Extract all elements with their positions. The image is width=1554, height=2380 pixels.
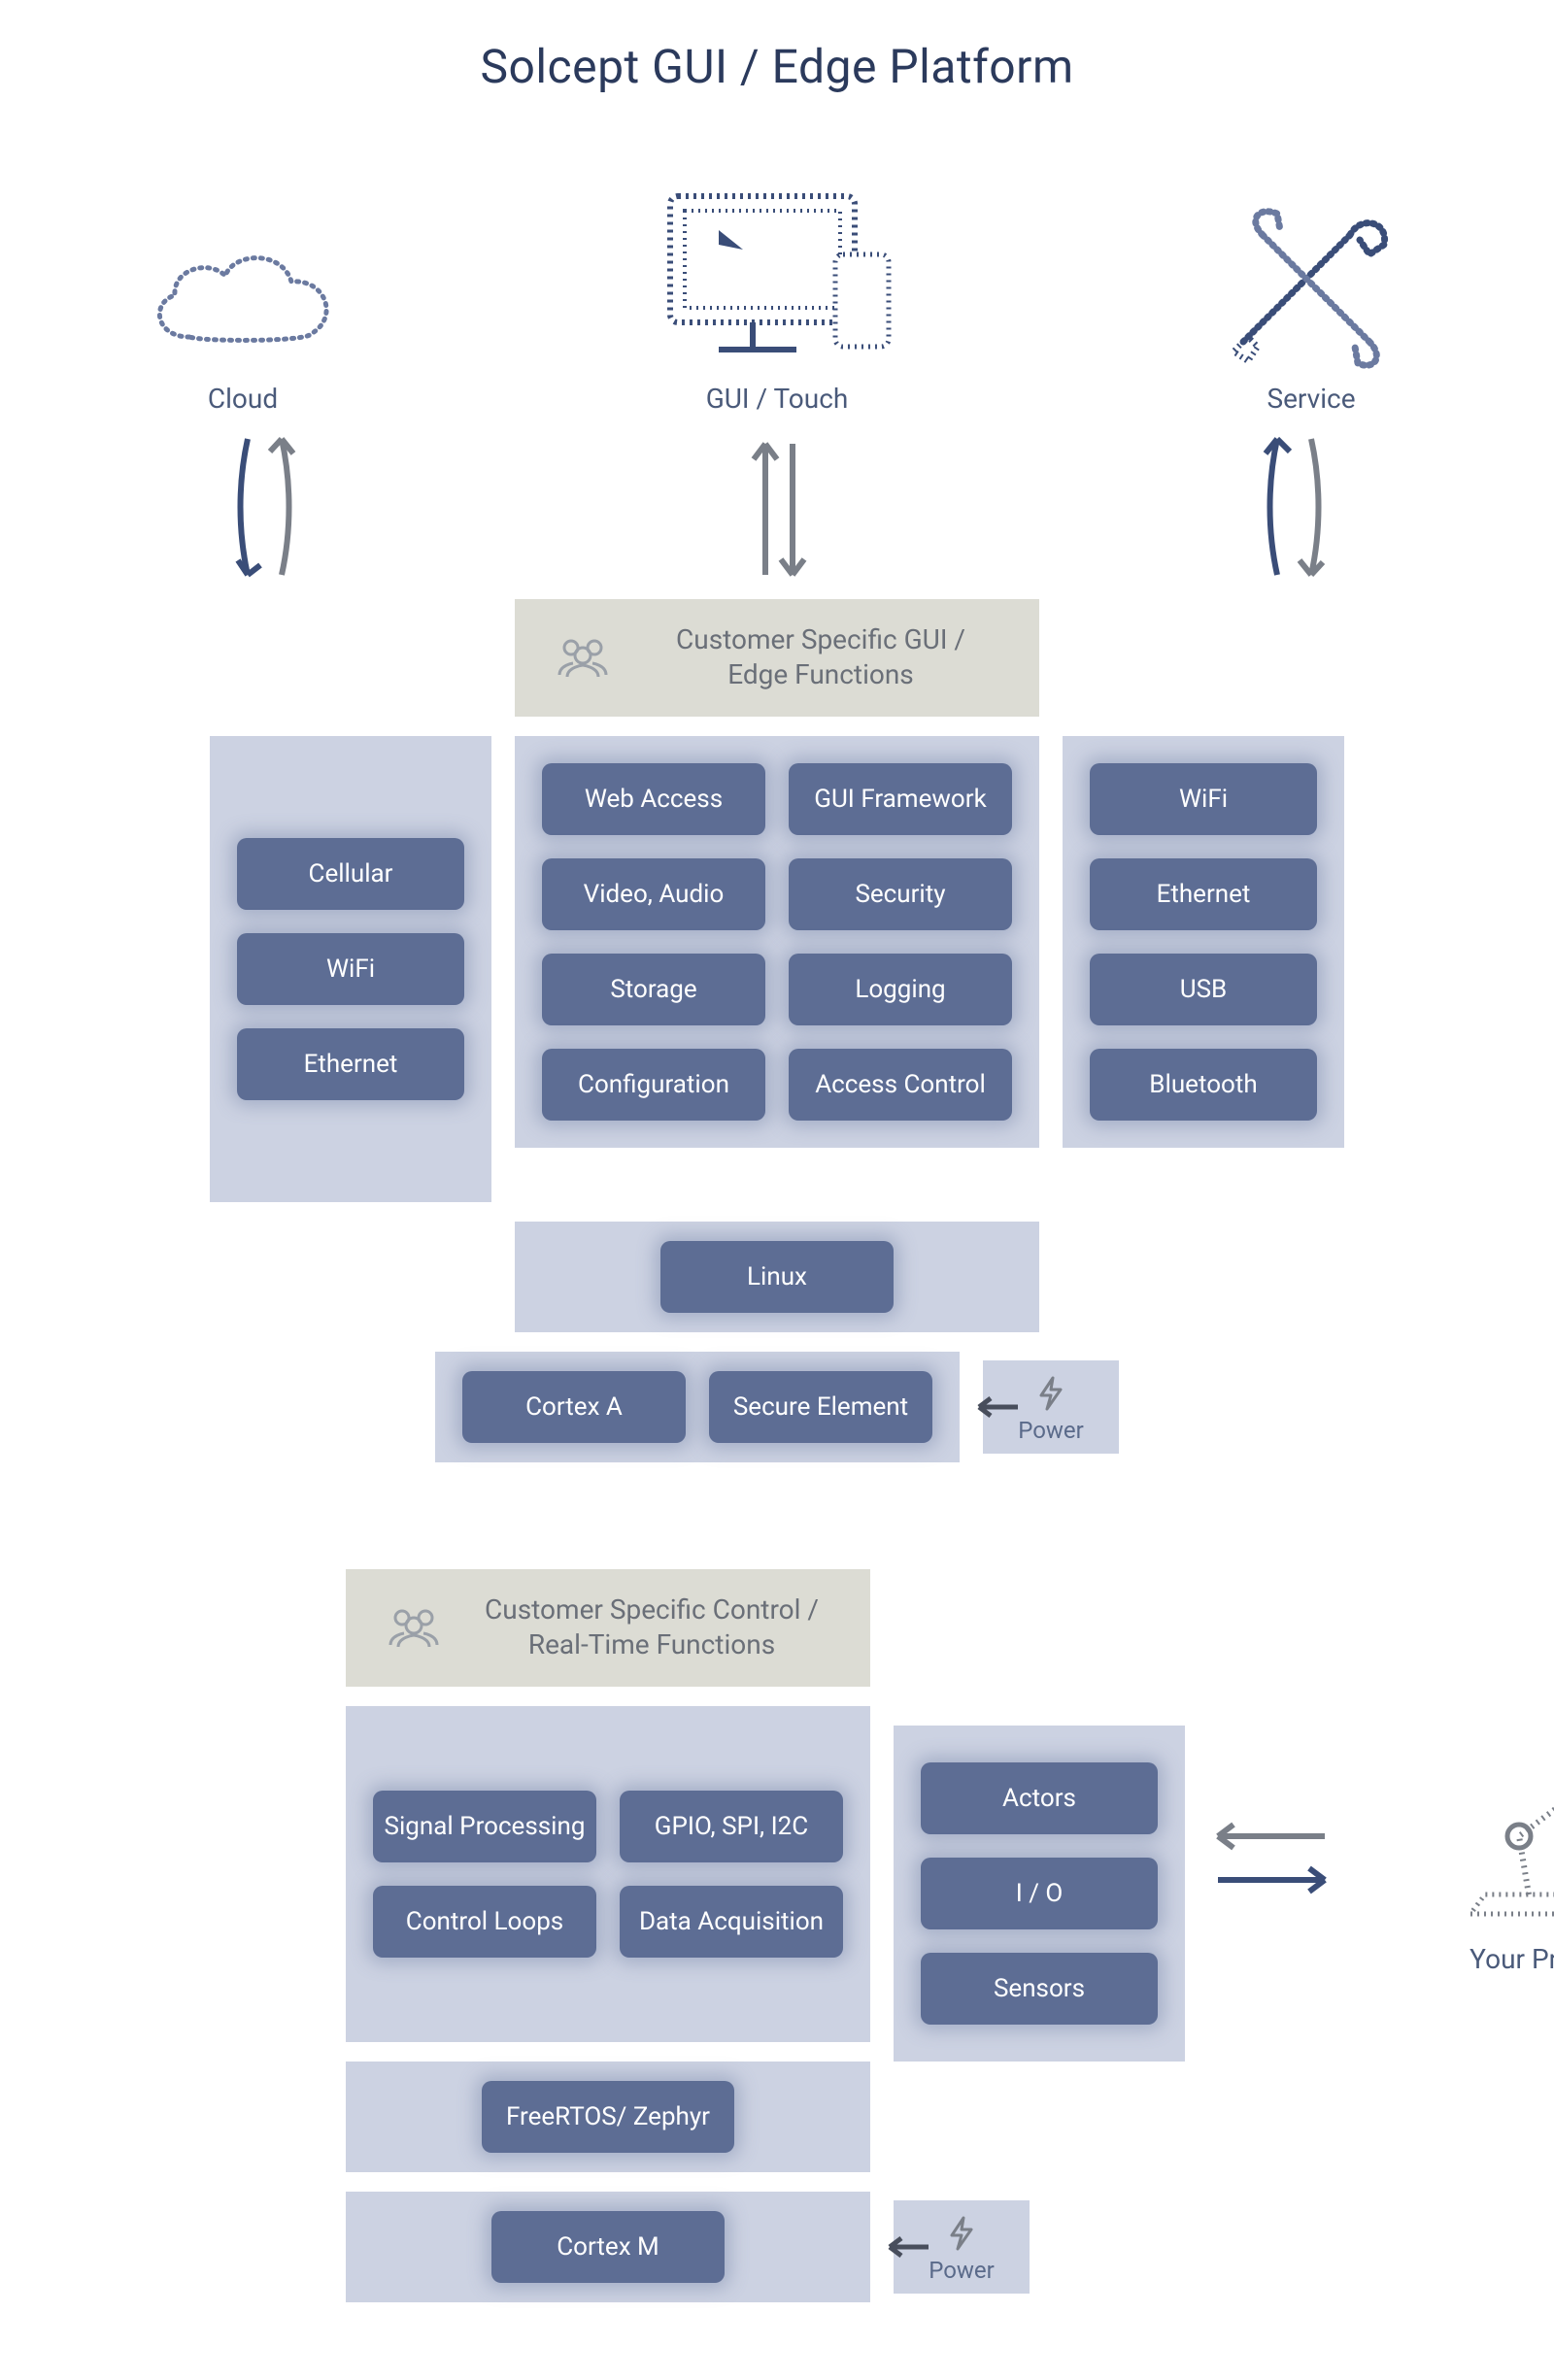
- lightning-icon: [942, 2214, 981, 2253]
- rt-funcs-panel: Signal Processing GPIO, SPI, I2C Control…: [346, 1706, 870, 2042]
- customer-gui-header: Customer Specific GUI / Edge Functions: [515, 599, 1039, 717]
- robot-arm-icon: [1432, 1749, 1554, 1933]
- os-a-panel: Linux: [515, 1222, 1039, 1332]
- arrow-gui: [728, 424, 826, 589]
- people-icon: [554, 636, 612, 679]
- hw-a-row: Cortex A Secure Element Power: [435, 1352, 1119, 1462]
- monitor-icon: [651, 177, 903, 371]
- pill-logging: Logging: [789, 954, 1012, 1025]
- tools-icon: [1204, 196, 1418, 371]
- hw-a-panel: Cortex A Secure Element: [435, 1352, 960, 1462]
- pill-video-audio: Video, Audio: [542, 858, 765, 930]
- page-title: Solcept GUI / Edge Platform: [58, 39, 1496, 94]
- lightning-icon: [1031, 1374, 1070, 1413]
- customer-rt-header: Customer Specific Control / Real-Time Fu…: [346, 1569, 870, 1687]
- pill-freertos-zephyr: FreeRTOS/ Zephyr: [482, 2081, 734, 2153]
- power-arrow-a: [971, 1392, 1020, 1422]
- pill-cellular: Cellular: [237, 838, 464, 910]
- cloud-block: Cloud: [136, 225, 350, 415]
- pill-cortex-a: Cortex A: [462, 1371, 686, 1443]
- cloud-icon: [136, 225, 350, 371]
- pill-web-access: Web Access: [542, 763, 765, 835]
- pill-sensors: Sensors: [921, 1953, 1158, 2025]
- top-arrow-row: [194, 424, 1360, 589]
- pill-gui-framework: GUI Framework: [789, 763, 1012, 835]
- pill-bluetooth: Bluetooth: [1090, 1049, 1317, 1121]
- lower-section: Customer Specific Control / Real-Time Fu…: [346, 1569, 1208, 2302]
- product-block: Your Product: [1432, 1749, 1554, 1975]
- arrow-cloud: [204, 424, 321, 589]
- pill-signal-processing: Signal Processing: [373, 1791, 596, 1862]
- cloud-label: Cloud: [208, 383, 278, 415]
- power-a-label: Power: [1018, 1417, 1084, 1444]
- pill-usb: USB: [1090, 954, 1317, 1025]
- pill-cortex-m: Cortex M: [491, 2211, 725, 2283]
- product-label: Your Product: [1470, 1943, 1554, 1975]
- os-m-panel: FreeRTOS/ Zephyr: [346, 2062, 870, 2172]
- pill-storage: Storage: [542, 954, 765, 1025]
- pill-ethernet-cloud: Ethernet: [237, 1028, 464, 1100]
- upper-section: Cellular WiFi Ethernet Web Access GUI Fr…: [58, 736, 1496, 1202]
- pill-access-control: Access Control: [789, 1049, 1012, 1121]
- cloud-conn-panel: Cellular WiFi Ethernet: [210, 736, 491, 1202]
- service-block: Service: [1204, 196, 1418, 415]
- pill-ethernet-service: Ethernet: [1090, 858, 1317, 930]
- pill-io: I / O: [921, 1858, 1158, 1929]
- pill-wifi-service: WiFi: [1090, 763, 1317, 835]
- customer-gui-text: Customer Specific GUI / Edge Functions: [641, 622, 1000, 693]
- pill-actors: Actors: [921, 1762, 1158, 1834]
- gui-funcs-panel: Web Access GUI Framework Video, Audio Se…: [515, 736, 1039, 1148]
- customer-rt-text: Customer Specific Control / Real-Time Fu…: [472, 1592, 831, 1663]
- hw-m-panel: Cortex M: [346, 2192, 870, 2302]
- pill-linux: Linux: [660, 1241, 894, 1313]
- gui-block: GUI / Touch: [651, 177, 903, 415]
- power-m-label: Power: [929, 2257, 995, 2284]
- pill-gpio-spi-i2c: GPIO, SPI, I2C: [620, 1791, 843, 1862]
- power-arrow-m: [882, 2232, 930, 2262]
- pill-security: Security: [789, 858, 1012, 930]
- top-icon-row: Cloud GUI / Touch Service: [136, 162, 1418, 415]
- arrow-service: [1233, 424, 1350, 589]
- pill-control-loops: Control Loops: [373, 1886, 596, 1958]
- pill-configuration: Configuration: [542, 1049, 765, 1121]
- service-conn-panel: WiFi Ethernet USB Bluetooth: [1063, 736, 1344, 1148]
- gui-label: GUI / Touch: [706, 383, 849, 415]
- io-panel: Actors I / O Sensors: [894, 1726, 1185, 2062]
- people-icon: [385, 1606, 443, 1649]
- product-arrows: [1199, 1793, 1334, 1928]
- service-label: Service: [1267, 383, 1355, 415]
- pill-wifi-cloud: WiFi: [237, 933, 464, 1005]
- pill-secure-element: Secure Element: [709, 1371, 932, 1443]
- pill-data-acquisition: Data Acquisition: [620, 1886, 843, 1958]
- hw-m-row: Cortex M Power: [346, 2192, 1030, 2302]
